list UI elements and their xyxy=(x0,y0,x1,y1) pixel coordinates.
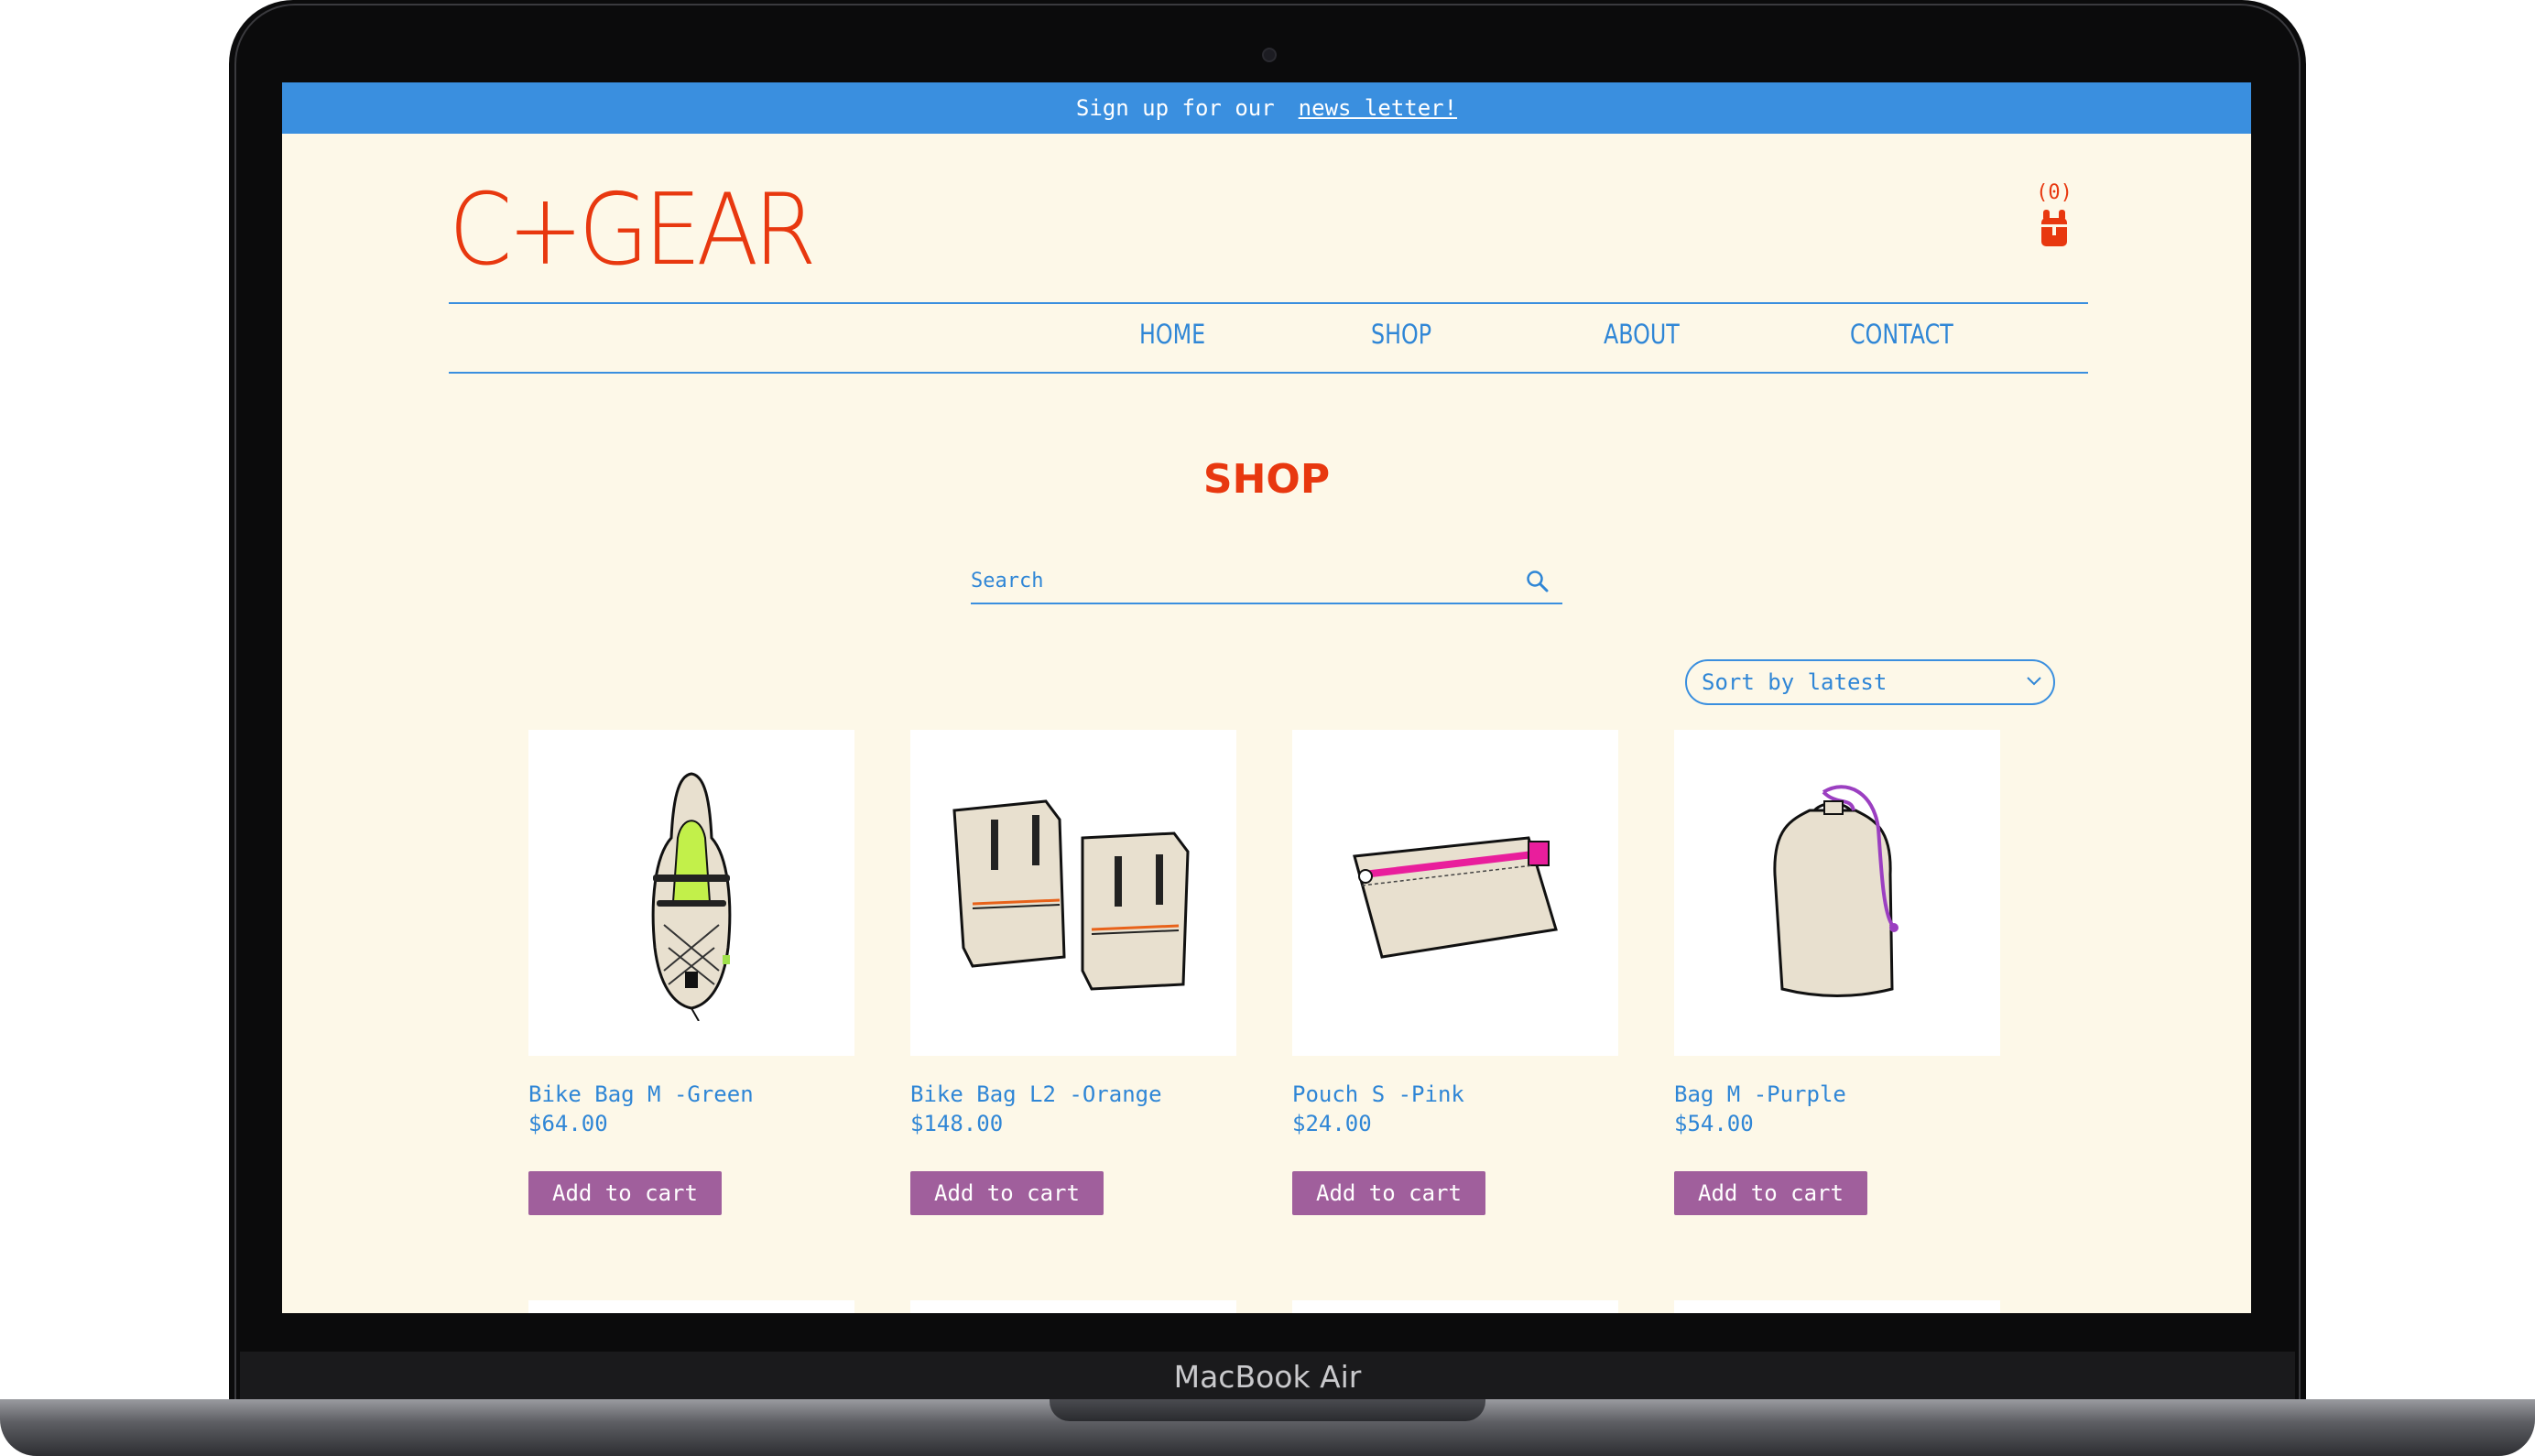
search-icon[interactable] xyxy=(1526,570,1550,593)
product-name[interactable]: Pouch S -Pink xyxy=(1292,1081,1618,1109)
product-name[interactable]: Bike Bag L2 -Orange xyxy=(910,1081,1236,1109)
chevron-down-icon xyxy=(2027,677,2041,686)
promo-text: Sign up for our xyxy=(1075,95,1275,121)
next-product-thumb xyxy=(1674,1300,2000,1313)
green-bike-bag-illustration xyxy=(651,772,732,1021)
product-price: $24.00 xyxy=(1292,1111,1372,1136)
orange-bike-bags-illustration xyxy=(952,799,1190,991)
device-label: MacBook Air xyxy=(1173,1359,1362,1395)
product-name[interactable]: Bike Bag M -Green xyxy=(528,1081,854,1109)
product-price: $64.00 xyxy=(528,1111,608,1136)
product-image[interactable] xyxy=(528,730,854,1056)
laptop-chin: MacBook Air xyxy=(240,1352,2295,1405)
add-to-cart-button[interactable]: Add to cart xyxy=(1674,1171,1867,1215)
product-card: Bag M -Purple $54.00 Add to cart xyxy=(1674,730,2000,1215)
add-to-cart-button[interactable]: Add to cart xyxy=(528,1171,722,1215)
next-product-thumb xyxy=(910,1300,1236,1313)
product-image[interactable] xyxy=(910,730,1236,1056)
pink-zip-pouch-illustration xyxy=(1353,836,1558,959)
search-input[interactable] xyxy=(971,562,1502,599)
promo-banner: Sign up for our news letter! xyxy=(282,82,2251,134)
site-logo[interactable]: C+GEAR xyxy=(449,181,817,280)
camera-icon xyxy=(1262,48,1277,62)
product-image[interactable] xyxy=(1674,730,2000,1056)
laptop-hinge-notch xyxy=(1050,1399,1485,1421)
sort-select[interactable]: Sort by latest xyxy=(1685,659,2055,705)
page-title: SHOP xyxy=(1202,456,1331,503)
product-card: Pouch S -Pink $24.00 Add to cart xyxy=(1292,730,1618,1215)
product-card: Bike Bag L2 -Orange $148.00 Add to cart xyxy=(910,730,1236,1215)
sort-selected-value: Sort by latest xyxy=(1702,669,1888,695)
product-image[interactable] xyxy=(1292,730,1618,1056)
nav-shop[interactable]: SHOP xyxy=(1371,319,1431,350)
product-card: Bike Bag M -Green $64.00 Add to cart xyxy=(528,730,854,1215)
backpack-cart-icon xyxy=(2041,210,2067,246)
add-to-cart-button[interactable]: Add to cart xyxy=(910,1171,1104,1215)
product-price: $148.00 xyxy=(910,1111,1004,1136)
next-product-thumb xyxy=(528,1300,854,1313)
newsletter-link[interactable]: news letter! xyxy=(1299,95,1457,121)
cart-count: (0) xyxy=(2036,181,2073,204)
add-to-cart-button[interactable]: Add to cart xyxy=(1292,1171,1485,1215)
main-nav: HOME SHOP ABOUT CONTACT xyxy=(449,302,2088,374)
nav-contact[interactable]: CONTACT xyxy=(1850,319,1953,350)
product-name[interactable]: Bag M -Purple xyxy=(1674,1081,2000,1109)
search-bar xyxy=(971,562,1562,604)
nav-about[interactable]: ABOUT xyxy=(1604,319,1680,350)
cart-button[interactable]: (0) xyxy=(2027,181,2082,248)
browser-viewport: Sign up for our news letter! C+GEAR (0) … xyxy=(282,82,2251,1313)
next-product-thumb xyxy=(1292,1300,1618,1313)
purple-drawstring-bag-illustration xyxy=(1773,785,1899,997)
product-price: $54.00 xyxy=(1674,1111,1754,1136)
nav-home[interactable]: HOME xyxy=(1139,319,1205,350)
